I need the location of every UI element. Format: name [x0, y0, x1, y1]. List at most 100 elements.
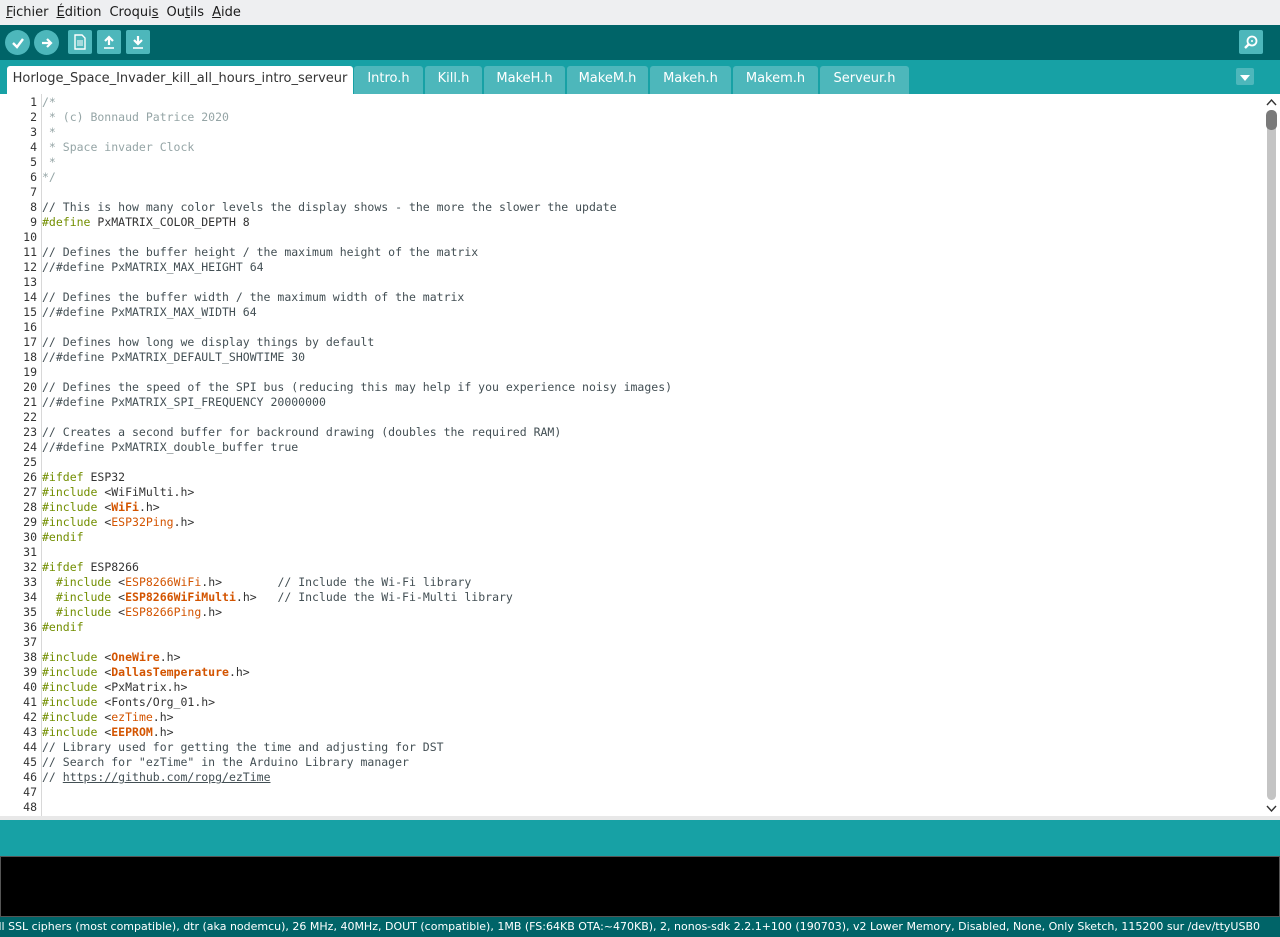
code-line[interactable]: *: [42, 155, 56, 170]
menu-aide[interactable]: Aide: [208, 0, 245, 25]
code-line[interactable]: #include <ESP8266Ping.h>: [42, 605, 222, 620]
code-line[interactable]: #endif: [42, 620, 84, 635]
code-line[interactable]: //#define PxMATRIX_DEFAULT_SHOWTIME 30: [42, 350, 305, 365]
code-line[interactable]: #include <Fonts/Org_01.h>: [42, 695, 215, 710]
code-line[interactable]: // Creates a second buffer for backround…: [42, 425, 561, 440]
code-line[interactable]: // Search for "ezTime" in the Arduino Li…: [42, 755, 409, 770]
tab-intro[interactable]: Intro.h: [354, 66, 423, 94]
verify-button[interactable]: [5, 30, 30, 55]
line-number: 45: [23, 755, 37, 769]
line-number: 48: [23, 800, 37, 814]
code-line[interactable]: //#define PxMATRIX_MAX_WIDTH 64: [42, 305, 257, 320]
console-output[interactable]: [0, 856, 1280, 917]
code-line[interactable]: //#define PxMATRIX_SPI_FREQUENCY 2000000…: [42, 395, 326, 410]
code-token: OneWire: [111, 650, 160, 664]
line-number: 17: [23, 335, 37, 349]
code-line[interactable]: #include <DallasTemperature.h>: [42, 665, 250, 680]
line-number: 11: [23, 245, 37, 259]
code-token: EEPROM: [111, 725, 153, 739]
code-line[interactable]: #endif: [42, 530, 84, 545]
menu-edition[interactable]: Édition: [53, 0, 106, 25]
line-number: 6: [30, 170, 37, 184]
code-line[interactable]: // Defines the buffer height / the maxim…: [42, 245, 478, 260]
tab-kill[interactable]: Kill.h: [425, 66, 482, 94]
line-number: 4: [30, 140, 37, 154]
code-line[interactable]: #include <PxMatrix.h>: [42, 680, 187, 695]
code-token: .h>: [201, 575, 278, 589]
code-line[interactable]: // https://github.com/ropg/ezTime: [42, 770, 271, 785]
code-token: <: [97, 515, 112, 529]
code-line[interactable]: #include <WiFi.h>: [42, 500, 160, 515]
code-line[interactable]: #include <WiFiMulti.h>: [42, 485, 194, 500]
code-token: // Include the Wi-Fi-Multi library: [277, 590, 513, 604]
code-line[interactable]: /*: [42, 95, 56, 110]
code-token: ESP32Ping: [111, 515, 174, 529]
code-line[interactable]: #include <ESP32Ping.h>: [42, 515, 194, 530]
code-token: .h>: [235, 590, 278, 604]
menu-croquis[interactable]: Croquis: [105, 0, 162, 25]
code-line[interactable]: //#define PxMATRIX_MAX_HEIGHT 64: [42, 260, 264, 275]
scroll-down-icon[interactable]: [1265, 802, 1277, 814]
code-line[interactable]: // This is how many color levels the dis…: [42, 200, 617, 215]
code-editor[interactable]: 1 2 3 4 5 6 7 8 9 10 11 12 13 14 15 16 17 18 19 20 21 22 23 24 2…: [0, 94, 1280, 816]
line-number: 44: [23, 740, 37, 754]
code-line[interactable]: #ifdef ESP32: [42, 470, 125, 485]
code-line[interactable]: *: [42, 125, 56, 140]
code-line[interactable]: // Defines the speed of the SPI bus (red…: [42, 380, 672, 395]
code-line[interactable]: // Defines how long we display things by…: [42, 335, 374, 350]
open-arrow-up-icon: [102, 34, 116, 50]
code-token: //#define PxMATRIX_MAX_WIDTH 64: [42, 305, 257, 319]
tab-makem-upper[interactable]: MakeM.h: [567, 66, 648, 94]
code-token: .h>: [201, 605, 223, 619]
code-token: .h>: [173, 515, 195, 529]
code-token[interactable]: https://github.com/ropg/ezTime: [63, 770, 271, 784]
code-token: // This is how many color levels the dis…: [42, 200, 617, 214]
tab-makeh-upper[interactable]: MakeH.h: [484, 66, 565, 94]
code-token: // Search for "ezTime" in the Arduino Li…: [42, 755, 409, 769]
code-line[interactable]: #include <ezTime.h>: [42, 710, 174, 725]
code-line[interactable]: * (c) Bonnaud Patrice 2020: [42, 110, 229, 125]
code-token: .h>: [152, 725, 174, 739]
code-token: .h>: [152, 710, 174, 724]
code-token: *: [42, 155, 56, 169]
code-token: <: [97, 650, 112, 664]
code-line[interactable]: */: [42, 170, 56, 185]
code-line[interactable]: //#define PxMATRIX_double_buffer true: [42, 440, 298, 455]
tab-makem-lower[interactable]: Makem.h: [733, 66, 818, 94]
code-area[interactable]: /* * (c) Bonnaud Patrice 2020 * * Space …: [42, 94, 1262, 816]
scrollbar-thumb[interactable]: [1266, 110, 1277, 130]
code-token: // Defines the speed of the SPI bus (red…: [42, 380, 673, 394]
menu-fichier[interactable]: Fichier: [2, 0, 53, 25]
serial-monitor-button[interactable]: [1239, 30, 1263, 54]
tab-main-sketch[interactable]: Horloge_Space_Invader_kill_all_hours_int…: [7, 66, 353, 94]
code-line[interactable]: #include <ESP8266WiFiMulti.h> // Include…: [42, 590, 513, 605]
line-number: 8: [30, 200, 37, 214]
save-button[interactable]: [126, 30, 150, 54]
code-line[interactable]: #include <OneWire.h>: [42, 650, 181, 665]
code-line[interactable]: // Library used for getting the time and…: [42, 740, 444, 755]
line-number: 39: [23, 665, 37, 679]
code-token: #include: [42, 710, 98, 724]
code-line[interactable]: #include <EEPROM.h>: [42, 725, 174, 740]
code-token: ESP8266Ping: [125, 605, 202, 619]
line-number: 43: [23, 725, 37, 739]
open-button[interactable]: [97, 30, 121, 54]
code-token: // Include the Wi-Fi library: [277, 575, 472, 589]
line-number: 13: [23, 275, 37, 289]
code-token: // Defines the buffer width / the maximu…: [42, 290, 465, 304]
code-line[interactable]: #ifdef ESP8266: [42, 560, 139, 575]
upload-button[interactable]: [34, 30, 59, 55]
vertical-scrollbar[interactable]: [1262, 94, 1280, 816]
code-line[interactable]: // Defines the buffer width / the maximu…: [42, 290, 464, 305]
tab-menu-button[interactable]: [1236, 68, 1254, 85]
new-sketch-button[interactable]: [68, 30, 92, 54]
code-line[interactable]: * Space invader Clock: [42, 140, 194, 155]
code-token: // Defines how long we display things by…: [42, 335, 375, 349]
code-line[interactable]: #define PxMATRIX_COLOR_DEPTH 8: [42, 215, 250, 230]
code-token: #include: [42, 725, 98, 739]
scroll-up-icon[interactable]: [1265, 96, 1277, 108]
menu-outils[interactable]: Outils: [162, 0, 208, 25]
tab-makeh-lower[interactable]: Makeh.h: [650, 66, 731, 94]
tab-serveur[interactable]: Serveur.h: [820, 66, 909, 94]
code-line[interactable]: #include <ESP8266WiFi.h> // Include the …: [42, 575, 471, 590]
